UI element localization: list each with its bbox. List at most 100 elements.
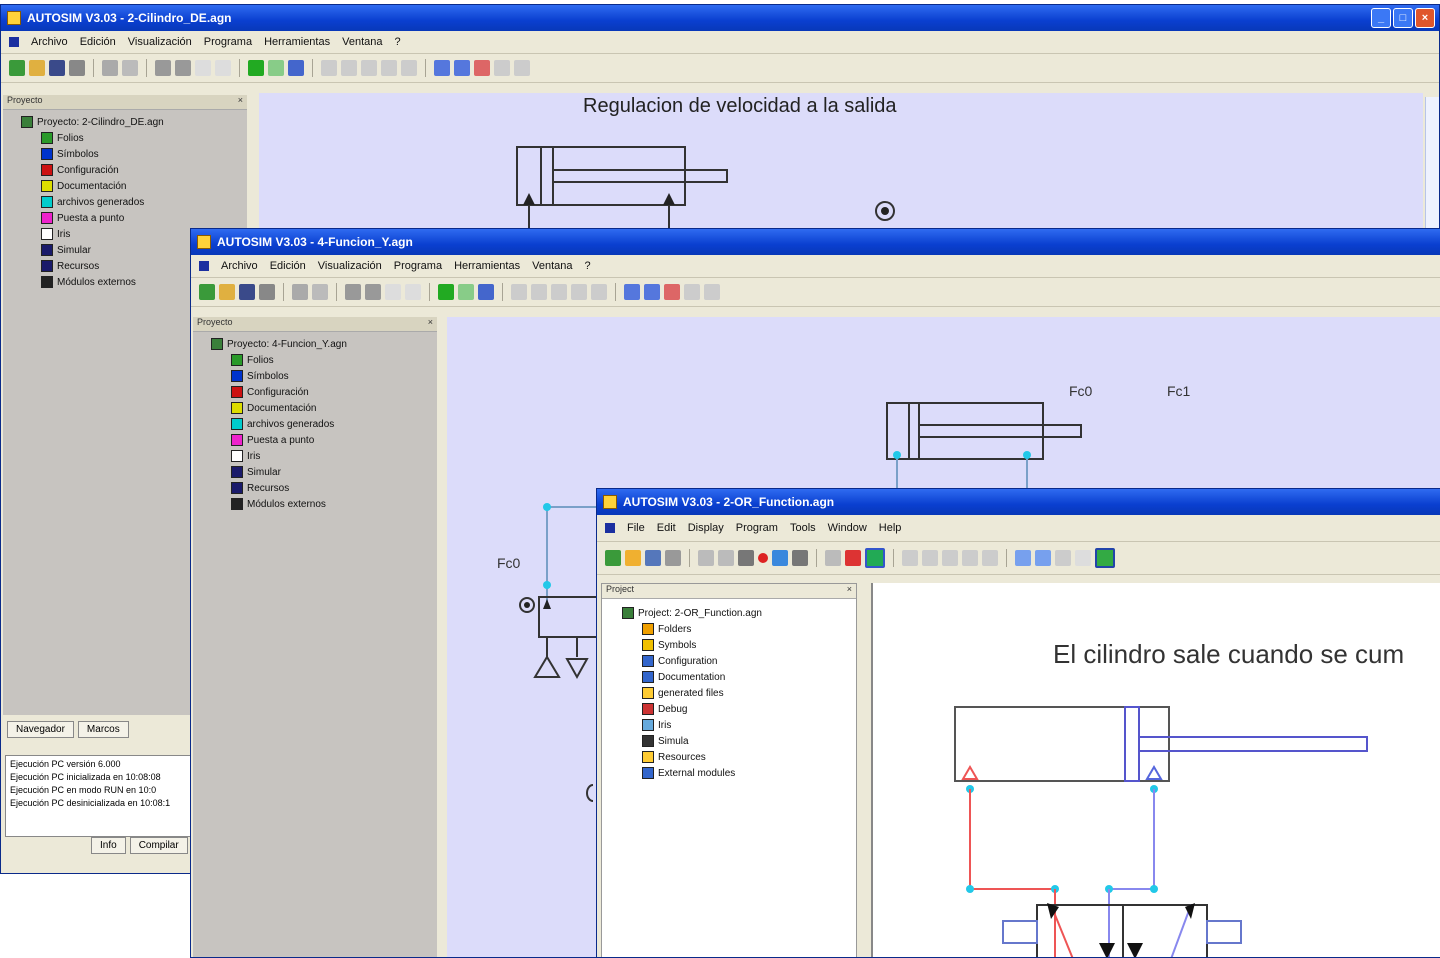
tree-item[interactable]: archivos generados [211,416,437,432]
tree-item[interactable]: Puesta a punto [211,432,437,448]
run-icon[interactable] [438,284,454,300]
redo-icon[interactable] [215,60,231,76]
zoom-out-icon[interactable] [644,284,660,300]
menu-program[interactable]: Program [736,522,778,534]
clone-icon[interactable] [381,60,397,76]
paste-icon[interactable] [718,550,734,566]
refresh-icon[interactable] [772,550,788,566]
vertical-scrollbar[interactable] [1425,97,1439,231]
tree-item[interactable]: Documentación [211,400,437,416]
new-icon[interactable] [199,284,215,300]
network-icon[interactable] [288,60,304,76]
menu-file[interactable]: File [627,522,645,534]
menu-display[interactable]: Display [688,522,724,534]
tree-item[interactable]: archivos generados [21,194,247,210]
tree-item[interactable]: Símbolos [21,146,247,162]
print-icon[interactable] [259,284,275,300]
menu-visualizacion[interactable]: Visualización [128,36,192,48]
drawing-canvas[interactable]: El cilindro sale cuando se cum [871,583,1440,957]
open-icon[interactable] [219,284,235,300]
menu-ventana[interactable]: Ventana [342,36,382,48]
copy2-icon[interactable] [962,550,978,566]
menu-herramientas[interactable]: Herramientas [264,36,330,48]
copy-icon[interactable] [102,60,118,76]
window-title-bar[interactable]: AUTOSIM V3.03 - 2-Cilindro_DE.agn _ □ × [1,5,1439,31]
panel-close-icon[interactable]: × [428,317,433,327]
tree-item[interactable]: Módulos externos [211,496,437,512]
text-icon[interactable] [531,284,547,300]
print-icon[interactable] [69,60,85,76]
tree-item[interactable]: Configuration [622,653,856,669]
fit-icon[interactable] [684,284,700,300]
tree-item[interactable]: Folios [211,352,437,368]
minimize-button[interactable]: _ [1371,8,1391,28]
panel-close-icon[interactable]: × [238,95,243,105]
redo-icon[interactable] [405,284,421,300]
menu-help[interactable]: ? [394,36,400,48]
zoom-stop-icon[interactable] [474,60,490,76]
tree-item[interactable]: Folders [622,621,856,637]
simulate-icon[interactable] [865,548,885,568]
open-icon[interactable] [29,60,45,76]
menu-archivo[interactable]: Archivo [31,36,68,48]
table-icon[interactable] [175,60,191,76]
window-title-bar[interactable]: AUTOSIM V3.03 - 2-OR_Function.agn [597,489,1440,515]
tab-marcos[interactable]: Marcos [77,721,129,738]
cut-icon[interactable] [551,284,567,300]
tree-item[interactable]: Configuración [211,384,437,400]
grid-icon[interactable] [902,550,918,566]
tree-item[interactable]: Símbolos [211,368,437,384]
menu-help[interactable]: Help [879,522,902,534]
menu-ventana[interactable]: Ventana [532,260,572,272]
zoom-area-icon[interactable] [1075,550,1091,566]
tree-root-item[interactable]: Project: 2-OR_Function.agn [622,605,856,621]
menu-window[interactable]: Window [828,522,867,534]
menu-archivo[interactable]: Archivo [221,260,258,272]
tree-root-item[interactable]: Proyecto: 2-Cilindro_DE.agn [21,114,247,130]
menu-programa[interactable]: Programa [394,260,442,272]
paste-icon[interactable] [312,284,328,300]
delete-icon[interactable] [591,284,607,300]
menu-edit[interactable]: Edit [657,522,676,534]
new-icon[interactable] [605,550,621,566]
zoom-in-icon[interactable] [434,60,450,76]
fit-icon[interactable] [494,60,510,76]
save-icon[interactable] [49,60,65,76]
print-icon[interactable] [665,550,681,566]
zoom-stop-icon[interactable] [664,284,680,300]
tree-item[interactable]: Puesta a punto [21,210,247,226]
tree-root-item[interactable]: Proyecto: 4-Funcion_Y.agn [211,336,437,352]
compile-icon[interactable] [458,284,474,300]
network-icon[interactable] [478,284,494,300]
text-icon[interactable] [341,60,357,76]
paste-icon[interactable] [122,60,138,76]
run-icon[interactable] [248,60,264,76]
compile-icon[interactable] [268,60,284,76]
open-icon[interactable] [625,550,641,566]
online-icon[interactable] [1095,548,1115,568]
close-button[interactable]: × [1415,8,1435,28]
tree-item[interactable]: Folios [21,130,247,146]
tree-item[interactable]: generated files [622,685,856,701]
cut-icon[interactable] [942,550,958,566]
step-icon[interactable] [792,550,808,566]
menu-edicion[interactable]: Edición [80,36,116,48]
tree-item[interactable]: Simula [622,733,856,749]
tree-item[interactable]: Iris [622,717,856,733]
undo-icon[interactable] [385,284,401,300]
window-or-function[interactable]: AUTOSIM V3.03 - 2-OR_Function.agn File E… [596,488,1440,958]
undo-icon[interactable] [922,550,938,566]
tree-item[interactable]: Resources [622,749,856,765]
align-icon[interactable] [321,60,337,76]
tree-item[interactable]: Simular [211,464,437,480]
undo-icon[interactable] [195,60,211,76]
save-icon[interactable] [239,284,255,300]
menu-edicion[interactable]: Edición [270,260,306,272]
tree-item[interactable]: Recursos [211,480,437,496]
menu-visualizacion[interactable]: Visualización [318,260,382,272]
tree-item[interactable]: External modules [622,765,856,781]
zoom-out-icon[interactable] [454,60,470,76]
pointer-icon[interactable] [704,284,720,300]
clone-icon[interactable] [571,284,587,300]
tab-navegador[interactable]: Navegador [7,721,74,738]
